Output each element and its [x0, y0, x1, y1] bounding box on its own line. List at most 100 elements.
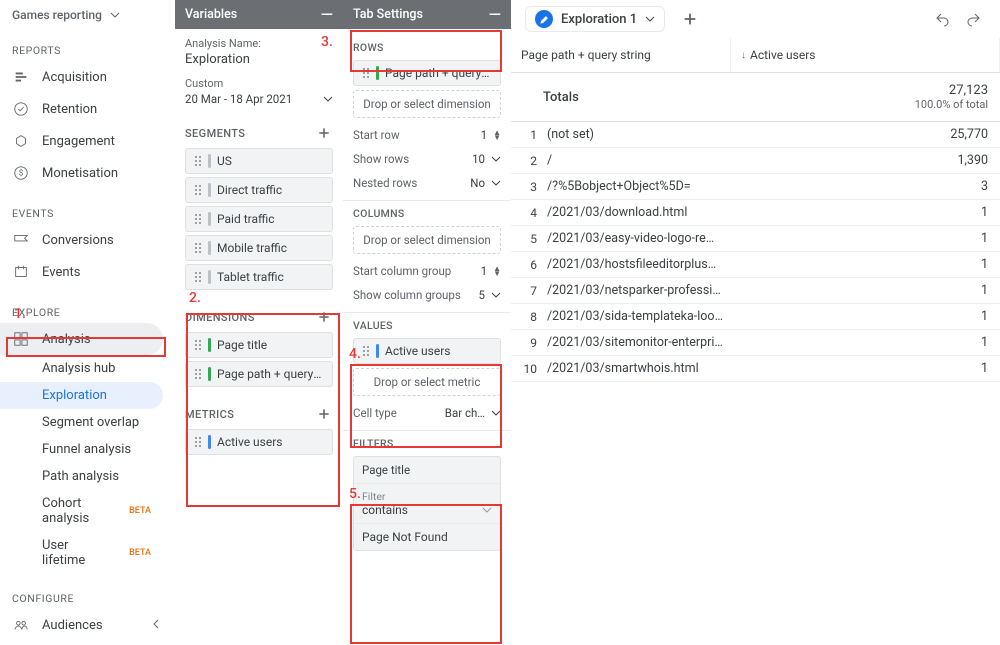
undo-button[interactable]: [930, 7, 954, 31]
add-dimension-button[interactable]: [315, 308, 333, 326]
grip-icon: [194, 155, 202, 167]
row-value: 3: [731, 174, 1000, 199]
chip-color-bar: [376, 66, 379, 80]
table-row[interactable]: 2/1,390: [511, 148, 1000, 174]
nav-sub-user-lifetime[interactable]: User lifetimeBETA: [0, 532, 163, 574]
nav-sub-exploration[interactable]: Exploration: [0, 382, 163, 409]
cell-type-select[interactable]: Bar ch…: [445, 406, 501, 420]
filter-condition-select[interactable]: contains: [362, 503, 492, 517]
table-row[interactable]: 3/?%5Bobject+Object%5D=3: [511, 174, 1000, 200]
start-column-stepper[interactable]: 1▲▼: [481, 264, 501, 278]
row-value: 1: [731, 304, 1000, 329]
table-row[interactable]: 7/2021/03/netsparker-professional-48…1: [511, 278, 1000, 304]
rows-drop-zone[interactable]: Drop or select dimension: [353, 90, 501, 118]
table-row[interactable]: 6/2021/03/hostsfileeditorplus159.html1: [511, 252, 1000, 278]
row-path: /2021/03/netsparker-professional-48…: [543, 278, 731, 303]
row-value: 1: [731, 356, 1000, 381]
row-path: (not set): [543, 122, 731, 147]
engagement-icon: [12, 132, 30, 150]
nested-rows-label: Nested rows: [353, 176, 417, 190]
chip-color-bar: [208, 270, 211, 284]
nav-sub-path-analysis[interactable]: Path analysis: [0, 463, 163, 490]
chip-color-bar: [208, 212, 211, 226]
column-header-active-users[interactable]: ↓ Active users: [731, 38, 1000, 72]
analysis-item[interactable]: Analysis: [0, 323, 163, 355]
chip-color-bar: [208, 367, 211, 381]
columns-drop-zone[interactable]: Drop or select dimension: [353, 226, 501, 254]
chip-us[interactable]: US: [185, 148, 333, 174]
values-chip[interactable]: Active users: [353, 338, 501, 364]
nav-sub-analysis-hub[interactable]: Analysis hub: [0, 355, 163, 382]
date-range-picker[interactable]: 20 Mar - 18 Apr 2021: [185, 92, 333, 106]
chip-active-users[interactable]: Active users: [185, 429, 333, 455]
add-metric-button[interactable]: [315, 405, 333, 423]
column-header-path[interactable]: Page path + query string: [511, 38, 731, 72]
nav-item-acquisition[interactable]: Acquisition: [0, 61, 163, 93]
totals-value: 27,123: [743, 83, 988, 98]
grip-icon: [194, 436, 202, 448]
nested-rows-select[interactable]: No: [470, 176, 501, 190]
row-index: 5: [511, 232, 543, 246]
row-path: /2021/03/sida-templateka-loo-dhiso…: [543, 304, 731, 329]
analysis-name-value[interactable]: Exploration: [185, 52, 333, 67]
filter-dimension: Page title: [354, 457, 500, 483]
explore-section-label: EXPLORE: [0, 288, 175, 323]
reporting-picker[interactable]: Games reporting: [0, 4, 175, 26]
nav-sub-cohort-analysis[interactable]: Cohort analysisBETA: [0, 490, 163, 532]
add-tab-button[interactable]: [677, 6, 703, 32]
chip-mobile-traffic[interactable]: Mobile traffic: [185, 235, 333, 261]
show-columns-label: Show column groups: [353, 288, 461, 302]
caret-down-icon: [323, 94, 333, 104]
nav-sub-segment-overlap[interactable]: Segment overlap: [0, 409, 163, 436]
nav-sub-funnel-analysis[interactable]: Funnel analysis: [0, 436, 163, 463]
nav-item-conversions[interactable]: Conversions: [0, 224, 163, 256]
configure-section-label: CONFIGURE: [0, 574, 175, 609]
row-value: 25,770: [731, 122, 1000, 147]
chip-page-path-query-s-[interactable]: Page path + query s…: [185, 361, 333, 387]
left-nav: Games reporting REPORTS AcquisitionReten…: [0, 0, 175, 645]
nav-item-audiences[interactable]: Audiences: [0, 609, 163, 641]
table-row[interactable]: 9/2021/03/sitemonitor-enterprise-wa…1: [511, 330, 1000, 356]
row-path: /2021/03/hostsfileeditorplus159.html: [543, 252, 731, 277]
start-row-stepper[interactable]: 1▲▼: [481, 128, 501, 142]
row-path: /2021/03/smartwhois.html: [543, 356, 731, 381]
chip-tablet-traffic[interactable]: Tablet traffic: [185, 264, 333, 290]
filter-value-input[interactable]: Page Not Found: [354, 524, 500, 550]
table-row[interactable]: 1(not set)25,770: [511, 122, 1000, 148]
caret-down-icon: [482, 505, 492, 515]
grip-icon: [194, 184, 202, 196]
redo-button[interactable]: [962, 7, 986, 31]
start-row-label: Start row: [353, 128, 400, 142]
caret-down-icon: [491, 290, 501, 300]
minimize-tab-settings-button[interactable]: —: [489, 10, 501, 20]
add-segment-button[interactable]: [315, 124, 333, 142]
table-row[interactable]: 5/2021/03/easy-video-logo-remover.h…1: [511, 226, 1000, 252]
nav-item-monetisation[interactable]: $Monetisation: [0, 157, 163, 189]
rows-chip[interactable]: Page path + query s…: [353, 60, 501, 86]
table-row[interactable]: 4/2021/03/download.html1: [511, 200, 1000, 226]
grip-icon: [194, 339, 202, 351]
show-columns-select[interactable]: 5: [479, 288, 501, 302]
nav-item-events[interactable]: Events: [0, 256, 163, 288]
show-rows-label: Show rows: [353, 152, 409, 166]
nav-item-custom-definitions[interactable]: Custom definitions: [0, 641, 163, 645]
chip-paid-traffic[interactable]: Paid traffic: [185, 206, 333, 232]
events-icon: [12, 263, 30, 281]
grip-icon: [194, 213, 202, 225]
table-row[interactable]: 10/2021/03/smartwhois.html1: [511, 356, 1000, 382]
show-rows-select[interactable]: 10: [472, 152, 501, 166]
collapse-nav-button[interactable]: [143, 611, 169, 637]
nav-item-engagement[interactable]: Engagement: [0, 125, 163, 157]
row-path: /?%5Bobject+Object%5D=: [543, 174, 731, 199]
filter-editor[interactable]: Page title Filter contains Page Not Foun…: [353, 456, 501, 551]
nav-item-retention[interactable]: Retention: [0, 93, 163, 125]
grip-icon: [362, 345, 370, 357]
exploration-tab-label: Exploration 1: [561, 12, 637, 27]
exploration-tab[interactable]: Exploration 1: [525, 6, 665, 32]
chip-color-bar: [376, 344, 379, 358]
table-row[interactable]: 8/2021/03/sida-templateka-loo-dhiso…1: [511, 304, 1000, 330]
values-drop-zone[interactable]: Drop or select metric: [353, 368, 501, 396]
minimize-variables-button[interactable]: —: [321, 10, 333, 20]
chip-page-title[interactable]: Page title: [185, 332, 333, 358]
chip-direct-traffic[interactable]: Direct traffic: [185, 177, 333, 203]
